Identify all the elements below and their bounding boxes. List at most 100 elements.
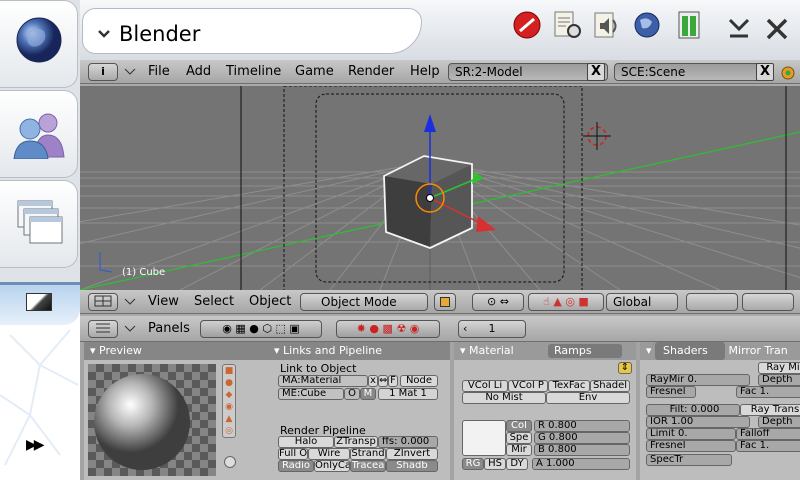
- mir-button[interactable]: Mir: [506, 444, 532, 456]
- 3d-viewport[interactable]: (1) Cube: [80, 86, 800, 290]
- browser-task-button[interactable]: [0, 0, 78, 88]
- spectr-slider[interactable]: SpecTr: [646, 454, 732, 466]
- object-link-o-button[interactable]: O: [344, 388, 360, 400]
- panel-arrows-icon[interactable]: ⇕: [618, 362, 632, 374]
- filter-field[interactable]: Filt: 0.000: [646, 404, 740, 416]
- rgb-button[interactable]: RG: [462, 458, 484, 470]
- menu-collapse-icon[interactable]: [124, 325, 136, 333]
- panels-menu[interactable]: Panels: [148, 321, 190, 336]
- menu-timeline[interactable]: Timeline: [226, 64, 281, 79]
- links-header[interactable]: ▾ Links and Pipeline: [268, 342, 450, 360]
- mesh-field[interactable]: ME:Cube: [278, 388, 344, 400]
- scene-delete-button[interactable]: X: [756, 63, 774, 81]
- ior-slider[interactable]: IOR 1.00: [646, 416, 750, 428]
- orientation-selector[interactable]: Global: [606, 293, 678, 311]
- volume-icon[interactable]: [592, 10, 622, 40]
- manipulator-buttons[interactable]: ☝ ▲ ◎ ■: [528, 293, 604, 311]
- raymir-slider[interactable]: RayMir 0.: [646, 374, 750, 386]
- shadbuf-button[interactable]: Shadb: [386, 460, 438, 472]
- mirror-transp-tab[interactable]: Mirror Tran: [729, 344, 788, 357]
- material-count-field[interactable]: 1 Mat 1: [378, 388, 438, 400]
- node-button[interactable]: Node: [400, 375, 438, 387]
- falloff-field[interactable]: Falloff: [736, 428, 800, 440]
- scene-selector[interactable]: SCE:Scene: [614, 63, 774, 81]
- context-buttons[interactable]: ◉ ▦ ● ⬡ ⬚ ▣: [200, 320, 322, 338]
- material-f-button[interactable]: F: [388, 375, 398, 387]
- screen-selector[interactable]: SR:2-Model: [448, 63, 608, 81]
- shadeless-button[interactable]: Shadel: [590, 380, 630, 392]
- fac2-field[interactable]: Fac 1.: [736, 440, 800, 452]
- green-slider[interactable]: G 0.800: [534, 432, 630, 444]
- ray-mirror-button[interactable]: Ray Mi: [758, 362, 800, 374]
- halo-button[interactable]: Halo: [278, 436, 334, 448]
- blender-task-icon[interactable]: [26, 293, 52, 311]
- material-fake-user-icon[interactable]: ⇔: [378, 375, 388, 387]
- battery-icon[interactable]: [674, 10, 704, 40]
- env-button[interactable]: Env: [546, 392, 630, 404]
- zinvert-button[interactable]: ZInvert: [386, 448, 438, 460]
- wire-button[interactable]: Wire: [308, 448, 350, 460]
- shaders-header[interactable]: ▾ Shaders Mirror Tran: [640, 342, 800, 360]
- scene-icon[interactable]: [780, 65, 796, 81]
- no-mist-button[interactable]: No Mist: [462, 392, 546, 404]
- frame-field[interactable]: ‹ 1: [458, 320, 526, 338]
- only-cast-button[interactable]: OnlyCa: [314, 460, 350, 472]
- layer-buttons-2[interactable]: [742, 293, 794, 311]
- viewport-scene[interactable]: [80, 86, 800, 290]
- screen-delete-button[interactable]: X: [587, 63, 605, 81]
- radio-button[interactable]: Radio: [278, 460, 314, 472]
- dyn-button[interactable]: DY: [506, 458, 528, 470]
- red-slider[interactable]: R 0.800: [534, 420, 630, 432]
- layer-buttons-1[interactable]: [686, 293, 738, 311]
- mode-selector[interactable]: Object Mode: [300, 293, 428, 311]
- preview-header[interactable]: ▾ Preview: [84, 342, 268, 360]
- object-link-m-button[interactable]: M: [360, 388, 376, 400]
- texface-button[interactable]: TexFac: [548, 380, 590, 392]
- menu-collapse-icon[interactable]: [124, 298, 136, 306]
- alpha-slider[interactable]: A 1.000: [532, 458, 630, 470]
- arrow-left-icon[interactable]: ‹: [463, 321, 467, 337]
- menu-help[interactable]: Help: [410, 64, 440, 79]
- zoffset-field[interactable]: ffs: 0.000: [378, 436, 438, 448]
- hsv-button[interactable]: HS: [484, 458, 506, 470]
- windows-task-button[interactable]: [0, 180, 78, 268]
- fresnel-field[interactable]: Fresnel: [646, 386, 696, 398]
- traceable-button[interactable]: Tracea: [350, 460, 386, 472]
- menu-game[interactable]: Game: [295, 64, 334, 79]
- limit-field[interactable]: Limit 0.: [646, 428, 736, 440]
- internet-icon[interactable]: [632, 10, 662, 40]
- menu-collapse-icon[interactable]: [124, 68, 136, 76]
- menu-render[interactable]: Render: [348, 64, 394, 79]
- depth2-field[interactable]: Depth: [758, 416, 800, 428]
- shaders-tab[interactable]: Shaders: [655, 342, 726, 360]
- minimize-icon[interactable]: [726, 16, 756, 46]
- menu-add[interactable]: Add: [186, 64, 211, 79]
- title-box[interactable]: Blender: [82, 8, 422, 54]
- ztransp-button[interactable]: ZTransp: [334, 436, 378, 448]
- menu-select[interactable]: Select: [194, 294, 234, 309]
- contacts-task-button[interactable]: [0, 90, 78, 178]
- close-icon[interactable]: [764, 16, 794, 46]
- preview-type-buttons[interactable]: ■ ● ◆ ◉ ▲ ◎: [222, 364, 236, 438]
- material-unlink-button[interactable]: x: [368, 375, 378, 387]
- vcol-light-button[interactable]: VCol Li: [462, 380, 508, 392]
- preview-render-button[interactable]: [224, 456, 236, 468]
- blue-slider[interactable]: B 0.800: [534, 444, 630, 456]
- ramps-tab[interactable]: Ramps: [548, 344, 622, 358]
- chevron-down-icon[interactable]: [97, 29, 111, 39]
- settings-icon[interactable]: [552, 10, 582, 40]
- menu-file[interactable]: File: [148, 64, 170, 79]
- material-field[interactable]: MA:Material: [278, 375, 368, 387]
- menu-view[interactable]: View: [148, 294, 179, 309]
- info-editor-button[interactable]: i: [88, 63, 118, 81]
- draw-type-button[interactable]: [434, 293, 456, 311]
- fac-field[interactable]: Fac 1.: [736, 386, 800, 398]
- menu-object[interactable]: Object: [249, 294, 291, 309]
- depth-field[interactable]: Depth: [758, 374, 800, 386]
- full-osa-button[interactable]: Full Os: [278, 448, 308, 460]
- strands-button[interactable]: Strand: [350, 448, 386, 460]
- fast-forward-icon[interactable]: ▶▶: [26, 437, 44, 453]
- spe-button[interactable]: Spe: [506, 432, 532, 444]
- stop-icon[interactable]: [512, 10, 542, 40]
- ray-transp-button[interactable]: Ray Trans: [740, 404, 800, 416]
